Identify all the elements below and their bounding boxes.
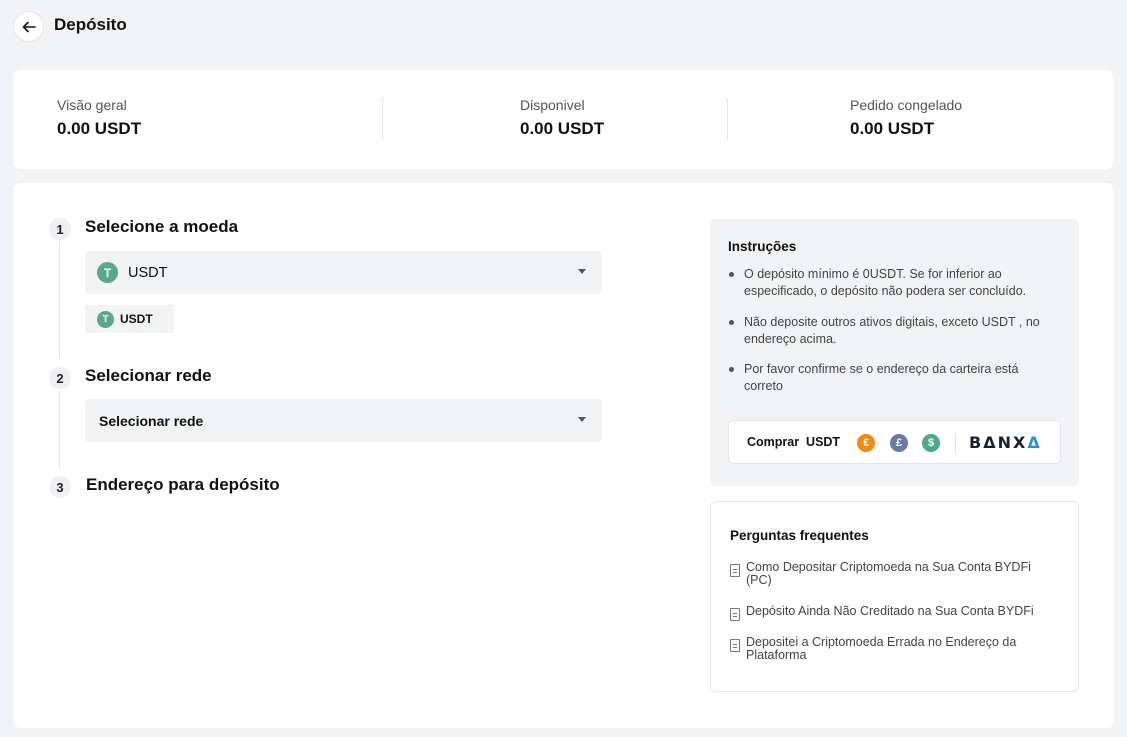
faq-link[interactable]: Depósito Ainda Não Creditado na Sua Cont… [730,604,1050,621]
faq-link-label: Depósito Ainda Não Creditado na Sua Cont… [746,604,1034,618]
faq-link-label: Depositei a Criptomoeda Errada no Endere… [746,635,1017,662]
euro-icon: € [857,434,875,452]
banxa-logo: BΔNXΔ [969,433,1042,452]
step-connector [59,390,60,468]
step-2-title: Selecionar rede [85,366,212,385]
step-2-number: 2 [49,367,71,389]
buy-label: Comprar USDT [747,435,841,449]
banxa-logo-triangle: Δ [1027,433,1042,452]
dollar-icon: $ [922,434,940,452]
network-select-placeholder: Selecionar rede [99,412,204,429]
step-3-title: Endereço para depósito [86,475,280,494]
available-label: Disponivel [520,97,585,113]
pound-icon: £ [890,434,908,452]
step-3-number: 3 [49,476,71,498]
network-select[interactable]: Selecionar rede [85,399,602,442]
overview-label: Visão geral [57,97,127,113]
deposit-form-card: 1 Selecione a moeda T USDT T USDT 2 Sele… [13,183,1114,728]
coin-select-value: USDT [128,264,168,281]
divider [382,98,383,140]
step-1-title: Selecione a moeda [85,217,239,236]
instructions-panel: Instruções O depósito mínimo é 0USDT. Se… [710,219,1079,486]
divider [727,98,728,140]
balance-summary-card: Visão geral 0.00 USDT Disponivel 0.00 US… [13,70,1114,169]
document-icon [730,639,740,652]
faq-link[interactable]: Depositei a Criptomoeda Errada no Endere… [730,636,1050,662]
caret-down-icon [578,269,586,274]
coin-chip-label: USDT [120,312,153,326]
coin-chip-usdt[interactable]: T USDT [85,305,174,333]
buy-with-banxa-button[interactable]: Comprar USDT € £ $ BΔNXΔ [728,420,1061,464]
divider [955,433,956,453]
faq-panel: Perguntas frequentes Como Depositar Crip… [710,501,1079,692]
overview-stat: Visão geral 0.00 USDT [57,97,141,139]
back-button[interactable] [13,11,44,42]
banxa-logo-text: BΔNX [969,433,1028,452]
arrow-left-icon [22,21,36,32]
caret-down-icon [578,417,586,422]
document-icon [730,608,740,621]
overview-value: 0.00 USDT [57,119,142,138]
frozen-stat: Pedido congelado 0.00 USDT [850,97,962,139]
page-title: Depósito [54,15,127,34]
instruction-item: Por favor confirme se o endereço da cart… [728,361,1058,395]
step-connector [59,242,60,359]
document-icon [730,564,740,577]
step-1-number: 1 [49,218,71,240]
instruction-item: O depósito mínimo é 0USDT. Se for inferi… [728,266,1058,300]
faq-link-label: Como Depositar Criptomoeda na Sua Conta … [746,560,1031,587]
frozen-value: 0.00 USDT [850,119,935,138]
tether-icon: T [97,310,114,328]
instructions-title: Instruções [728,239,797,254]
available-stat: Disponivel 0.00 USDT [520,97,604,139]
available-value: 0.00 USDT [520,119,605,138]
tether-icon: T [97,262,118,283]
faq-link[interactable]: Como Depositar Criptomoeda na Sua Conta … [730,561,1050,587]
frozen-label: Pedido congelado [850,97,963,113]
faq-title: Perguntas frequentes [730,528,869,543]
instruction-item: Não deposite outros ativos digitais, exc… [728,314,1058,348]
coin-select[interactable]: T USDT [85,251,602,294]
